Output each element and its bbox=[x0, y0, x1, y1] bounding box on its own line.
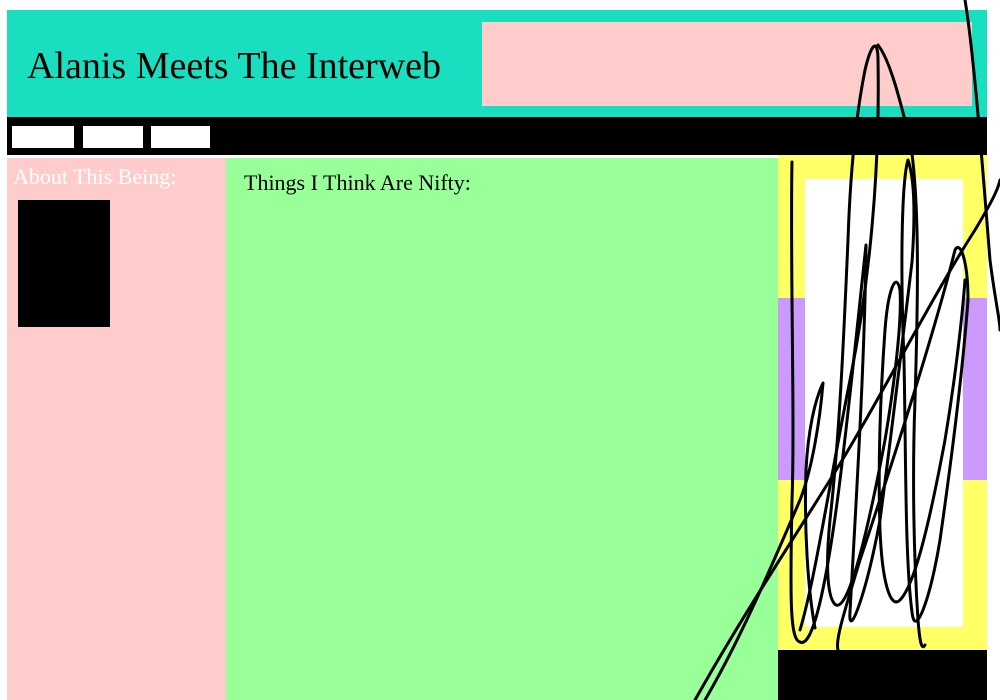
nifty-heading: Things I Think Are Nifty: bbox=[244, 170, 471, 195]
right-panel-footer bbox=[778, 650, 987, 700]
nav-button-1[interactable] bbox=[12, 126, 74, 148]
right-panel-inner bbox=[805, 179, 963, 627]
about-sidebar: About This Being: bbox=[7, 158, 226, 700]
navbar bbox=[7, 117, 987, 155]
right-panel-right-stripe bbox=[963, 298, 987, 480]
right-panel bbox=[778, 155, 987, 700]
profile-photo bbox=[18, 200, 110, 327]
page: Alanis Meets The Interweb About This Bei… bbox=[0, 0, 1000, 700]
nav-button-3[interactable] bbox=[151, 126, 210, 148]
about-heading: About This Being: bbox=[13, 164, 177, 189]
main-content: Things I Think Are Nifty: bbox=[226, 158, 778, 700]
header-banner bbox=[482, 22, 972, 106]
right-panel-left-stripe bbox=[778, 298, 805, 480]
site-title: Alanis Meets The Interweb bbox=[27, 45, 442, 87]
header: Alanis Meets The Interweb bbox=[7, 10, 987, 117]
nav-button-2[interactable] bbox=[83, 126, 143, 148]
